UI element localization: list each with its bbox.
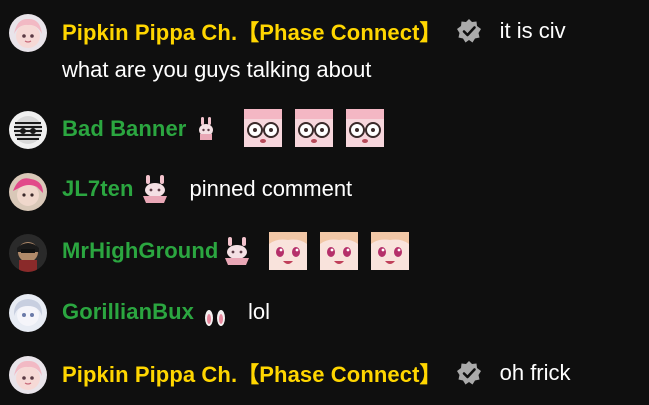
message-second-line: what are you guys talking about bbox=[62, 55, 371, 85]
message-text: lol bbox=[248, 299, 271, 324]
verified-check-icon bbox=[456, 360, 482, 386]
author-name[interactable]: GorillianBux bbox=[62, 299, 194, 325]
author-name[interactable]: Pipkin Pippa Ch.【Phase Connect】 bbox=[62, 357, 442, 389]
message-first-line: Pipkin Pippa Ch.【Phase Connect】 it is ci… bbox=[62, 16, 566, 46]
message-text-continued: what are you guys talking about bbox=[62, 57, 372, 82]
bunny-member-badge-icon bbox=[196, 116, 216, 142]
live-chat-list: Pipkin Pippa Ch.【Phase Connect】 it is ci… bbox=[0, 0, 649, 405]
message-first-line: JL7ten pinned comment bbox=[62, 174, 352, 204]
author-name[interactable]: JL7ten bbox=[62, 176, 134, 202]
bunny-ears-member-badge-icon bbox=[202, 307, 228, 327]
avatar[interactable] bbox=[9, 173, 47, 211]
author-name[interactable]: MrHighGround bbox=[62, 238, 218, 264]
message-text: oh frick bbox=[499, 360, 571, 385]
message-first-line: Bad Banner bbox=[62, 109, 397, 147]
message-text: it is civ bbox=[499, 18, 566, 43]
verified-check-icon bbox=[456, 18, 482, 44]
message-first-line: Pipkin Pippa Ch.【Phase Connect】 oh frick bbox=[62, 358, 571, 388]
happy-emote bbox=[371, 232, 410, 270]
shocked-emote bbox=[295, 109, 334, 147]
author-name[interactable]: Bad Banner bbox=[62, 116, 186, 142]
shocked-emote bbox=[346, 109, 385, 147]
avatar[interactable] bbox=[9, 234, 47, 272]
bunny-member-badge-icon bbox=[140, 174, 170, 204]
avatar[interactable] bbox=[9, 111, 47, 149]
bunny-member-badge-icon bbox=[222, 236, 252, 266]
message-text: pinned comment bbox=[189, 176, 353, 201]
message-first-line: MrHighGround bbox=[62, 232, 422, 270]
message-first-line: GorillianBux lol bbox=[62, 297, 270, 327]
shocked-emote bbox=[244, 109, 283, 147]
avatar[interactable] bbox=[9, 356, 47, 394]
avatar[interactable] bbox=[9, 14, 47, 52]
happy-emote bbox=[269, 232, 308, 270]
avatar[interactable] bbox=[9, 294, 47, 332]
happy-emote bbox=[320, 232, 359, 270]
author-name[interactable]: Pipkin Pippa Ch.【Phase Connect】 bbox=[62, 15, 442, 47]
